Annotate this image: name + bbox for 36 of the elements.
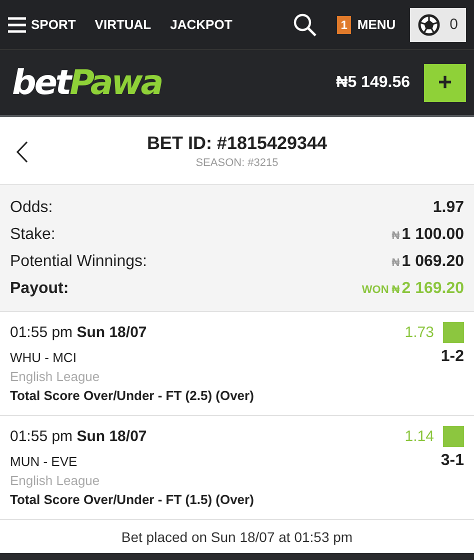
menu-icon[interactable] bbox=[8, 16, 26, 32]
odds-value: 1.14 bbox=[404, 428, 434, 445]
odds-value: 1.73 bbox=[404, 324, 434, 341]
nav-link[interactable]: VIRTUAL bbox=[94, 17, 152, 32]
match-score: 1-2 bbox=[440, 348, 464, 366]
summary-value: ₦1 069.20 bbox=[392, 252, 464, 270]
logo: betPawa bbox=[12, 62, 162, 102]
nav-link[interactable]: JACKPOT bbox=[170, 17, 232, 32]
search-icon[interactable] bbox=[292, 12, 317, 36]
summary-value: WON ₦2 169.20 bbox=[362, 280, 464, 298]
nav-link[interactable]: SPORT bbox=[31, 17, 76, 32]
match-teams: MUN - EVE bbox=[10, 454, 78, 468]
balance: ₦5 149.56 bbox=[336, 74, 410, 92]
season-label: SEASON: #3215 bbox=[196, 156, 278, 168]
summary-label: Payout: bbox=[10, 280, 69, 298]
back-icon[interactable] bbox=[16, 141, 28, 163]
summary-label: Odds: bbox=[10, 198, 53, 216]
bet-placed-note: Bet placed on Sun 18/07 at 01:53 pm bbox=[121, 528, 353, 544]
summary-value: ₦1 100.00 bbox=[392, 226, 464, 244]
league-name: English League bbox=[10, 473, 101, 488]
match-datetime: 01:55 pm Sun 18/07 bbox=[10, 428, 147, 445]
market-selection: Total Score Over/Under - FT (2.5) (Over) bbox=[10, 388, 255, 403]
notification-badge: 1 bbox=[336, 16, 352, 34]
match-score: 3-1 bbox=[440, 452, 464, 470]
league-name: English League bbox=[10, 369, 101, 384]
deposit-button[interactable]: + bbox=[424, 64, 466, 102]
bet-id-title: BET ID: #1815429344 bbox=[146, 132, 328, 154]
summary-label: Potential Winnings: bbox=[10, 252, 147, 270]
menu-link[interactable]: MENU bbox=[357, 17, 396, 32]
summary-label: Stake: bbox=[10, 226, 56, 244]
soccer-ball-icon bbox=[418, 14, 440, 36]
match-datetime: 01:55 pm Sun 18/07 bbox=[10, 324, 147, 341]
summary-value: 1.97 bbox=[432, 198, 464, 216]
betslip-button[interactable]: 0 bbox=[410, 8, 466, 42]
market-selection: Total Score Over/Under - FT (1.5) (Over) bbox=[10, 492, 255, 507]
match-teams: WHU - MCI bbox=[10, 350, 76, 364]
